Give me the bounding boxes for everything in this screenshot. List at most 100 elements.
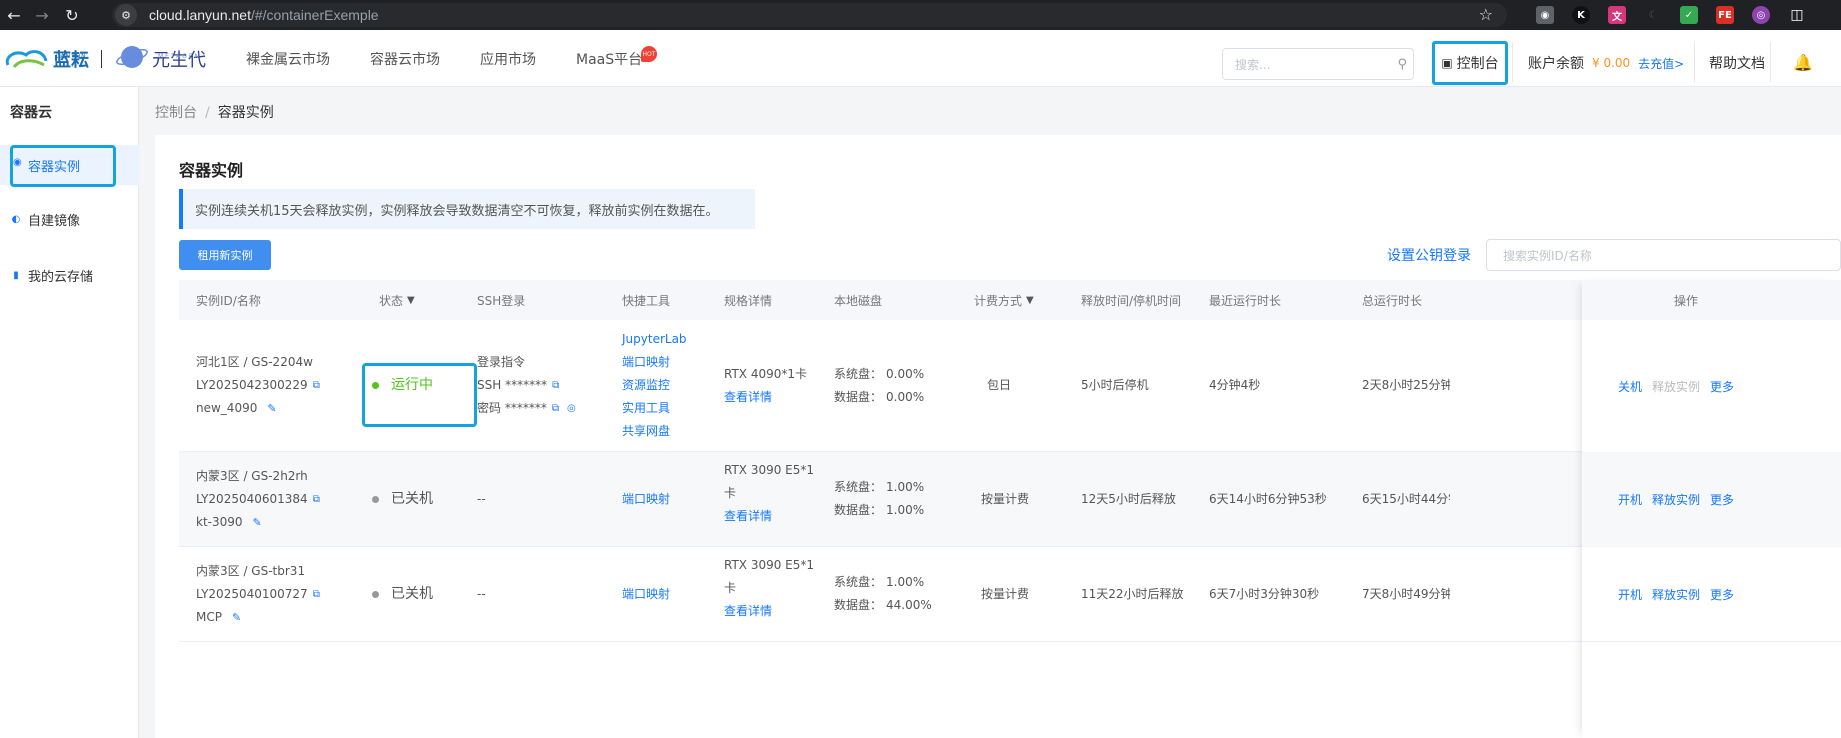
- balance-amount: ¥ 0.00: [1592, 56, 1631, 70]
- globe-extension-icon[interactable]: ◎: [1752, 6, 1770, 24]
- fe-extension-icon[interactable]: FE: [1716, 6, 1734, 24]
- ssh-title: 登录指令: [477, 355, 526, 369]
- instance-search-placeholder: 搜索实例ID/名称: [1503, 248, 1592, 263]
- k-extension-icon[interactable]: K: [1572, 6, 1590, 24]
- nav-bare-metal[interactable]: 裸金属云市场: [246, 30, 330, 87]
- translate-extension-icon[interactable]: 文: [1608, 6, 1626, 24]
- main-card: 容器实例 实例连续关机15天会释放实例，实例释放会导致数据清空不可恢复，释放前实…: [155, 135, 1841, 738]
- search-icon[interactable]: ⚲: [1397, 57, 1407, 72]
- bookmark-star-icon[interactable]: ☆: [1479, 5, 1493, 24]
- tool-port-mapping[interactable]: 端口映射: [622, 351, 687, 374]
- release-instance-button[interactable]: 释放实例: [1652, 586, 1700, 603]
- instance-search-input[interactable]: 搜索实例ID/名称: [1486, 239, 1841, 271]
- instance-name: kt-3090: [196, 515, 243, 529]
- shield-extension-icon[interactable]: ✓: [1680, 6, 1698, 24]
- camera-extension-icon[interactable]: ◉: [1536, 6, 1554, 24]
- sidebar-item-cloud-storage[interactable]: ▮ 我的云存储: [10, 255, 93, 295]
- more-button[interactable]: 更多: [1710, 491, 1734, 508]
- copy-icon[interactable]: ⧉: [313, 488, 320, 511]
- filter-icon[interactable]: ▼: [1026, 295, 1034, 306]
- spec-detail-link[interactable]: 查看详情: [724, 505, 814, 528]
- url-path: /#/containerExemple: [250, 7, 379, 23]
- more-button[interactable]: 更多: [1710, 586, 1734, 603]
- tool-port-mapping[interactable]: 端口映射: [622, 488, 670, 511]
- edit-icon[interactable]: ✎: [232, 606, 241, 629]
- dark-mode-extension-icon[interactable]: ☾: [1644, 6, 1662, 24]
- disk-system-label: 系统盘：: [834, 367, 883, 381]
- col-billing[interactable]: 计费方式 ▼: [974, 280, 1034, 320]
- copy-icon[interactable]: ⧉: [552, 374, 559, 397]
- release-instance-button[interactable]: 释放实例: [1652, 378, 1700, 395]
- monitor-icon: ▣: [1441, 56, 1453, 70]
- spec-gpu-unit: 卡: [724, 486, 737, 500]
- site-settings-icon[interactable]: ⚙: [115, 4, 137, 26]
- header-search-input[interactable]: 搜索... ⚲: [1222, 48, 1414, 80]
- col-status[interactable]: 状态 ▼: [379, 280, 415, 320]
- nav-app-market[interactable]: 应用市场: [480, 30, 536, 87]
- notification-bell-icon[interactable]: 🔔: [1793, 53, 1813, 72]
- disk-data-value: 44.00%: [886, 598, 932, 612]
- breadcrumb: 控制台 / 容器实例: [155, 102, 274, 122]
- back-arrow-icon[interactable]: ←: [0, 0, 28, 30]
- metagen-logo-subtext: METAGEN: [158, 53, 202, 60]
- power-on-button[interactable]: 开机: [1618, 586, 1642, 603]
- address-bar[interactable]: ⚙ cloud.lanyun.net/#/containerExemple ☆: [112, 3, 1507, 27]
- tool-jupyterlab[interactable]: JupyterLab: [622, 328, 687, 351]
- metagen-logo-icon: [116, 46, 148, 68]
- spec-detail-link[interactable]: 查看详情: [724, 600, 814, 623]
- tool-shared-disk[interactable]: 共享网盘: [622, 420, 687, 443]
- instance-name: MCP: [196, 610, 222, 624]
- status-badge: 已关机: [391, 491, 433, 507]
- recent-runtime-cell: 6天7小时3分钟30秒: [1209, 587, 1320, 601]
- nav-maas-platform[interactable]: MaaS平台: [576, 30, 642, 87]
- set-public-key-link[interactable]: 设置公钥登录: [1387, 245, 1471, 265]
- ssh-command: SSH *******: [477, 378, 548, 392]
- billing-cell: 按量计费: [981, 587, 1030, 601]
- edit-icon[interactable]: ✎: [267, 397, 276, 420]
- rent-new-instance-button[interactable]: 租用新实例: [179, 240, 271, 270]
- status-cell: 已关机: [372, 583, 433, 606]
- help-docs-link[interactable]: 帮助文档: [1709, 53, 1765, 73]
- col-disk: 本地磁盘: [834, 293, 883, 308]
- lanyun-cloud-icon: [5, 50, 48, 69]
- lanyun-logo-subtext: LANYUN: [56, 53, 87, 60]
- logo-divider: [101, 50, 102, 68]
- status-badge: 运行中: [391, 377, 433, 393]
- billing-cell: 按量计费: [981, 492, 1030, 506]
- shutdown-button[interactable]: 关机: [1618, 378, 1642, 395]
- tool-resource-monitor[interactable]: 资源监控: [622, 374, 687, 397]
- nav-container-cloud[interactable]: 容器云市场: [370, 30, 440, 87]
- edit-icon[interactable]: ✎: [253, 511, 262, 534]
- copy-icon[interactable]: ⧉: [313, 583, 320, 606]
- sidebar-item-custom-image[interactable]: ◐ 自建镜像: [10, 199, 80, 239]
- power-on-button[interactable]: 开机: [1618, 491, 1642, 508]
- spec-cell: RTX 3090 E5*1 卡 查看详情: [724, 554, 814, 623]
- tool-port-mapping[interactable]: 端口映射: [622, 583, 670, 606]
- tool-utilities[interactable]: 实用工具: [622, 397, 687, 420]
- copy-icon[interactable]: ⧉: [313, 374, 320, 397]
- spec-gpu-unit: 卡: [724, 581, 737, 595]
- forward-arrow-icon[interactable]: →: [28, 0, 56, 30]
- status-cell: 已关机: [372, 488, 433, 511]
- more-button[interactable]: 更多: [1710, 378, 1734, 395]
- spec-detail-link[interactable]: 查看详情: [724, 386, 807, 409]
- puzzle-extension-icon[interactable]: ◫: [1788, 6, 1806, 24]
- recent-runtime-cell: 6天14小时6分钟53秒: [1209, 492, 1327, 506]
- eye-icon[interactable]: ◎: [567, 397, 576, 420]
- hot-badge: HOT: [641, 46, 657, 62]
- col-operations: 操作: [1582, 280, 1841, 320]
- spec-cell: RTX 3090 E5*1 卡 查看详情: [724, 459, 814, 528]
- release-cell: 5小时后停机: [1081, 378, 1149, 392]
- instance-id: LY2025042300229: [196, 378, 308, 392]
- balance-label: 账户余额: [1528, 56, 1584, 72]
- breadcrumb-root[interactable]: 控制台: [155, 105, 197, 121]
- copy-icon[interactable]: ⧉: [552, 397, 559, 420]
- release-instance-button[interactable]: 释放实例: [1652, 491, 1700, 508]
- operations-column: 操作 关机 释放实例 更多 开机 释放实例 更多 开机 释放实例 更多: [1582, 280, 1841, 738]
- console-button[interactable]: ▣ 控制台: [1432, 41, 1508, 85]
- stopped-dot: [372, 591, 379, 598]
- reload-icon[interactable]: ↻: [58, 0, 86, 30]
- recharge-link[interactable]: 去充值>: [1638, 55, 1684, 72]
- instance-id-cell: 内蒙3区 / GS-tbr31 LY2025040100727 ⧉ MCP ✎: [196, 560, 320, 629]
- filter-icon[interactable]: ▼: [407, 295, 415, 306]
